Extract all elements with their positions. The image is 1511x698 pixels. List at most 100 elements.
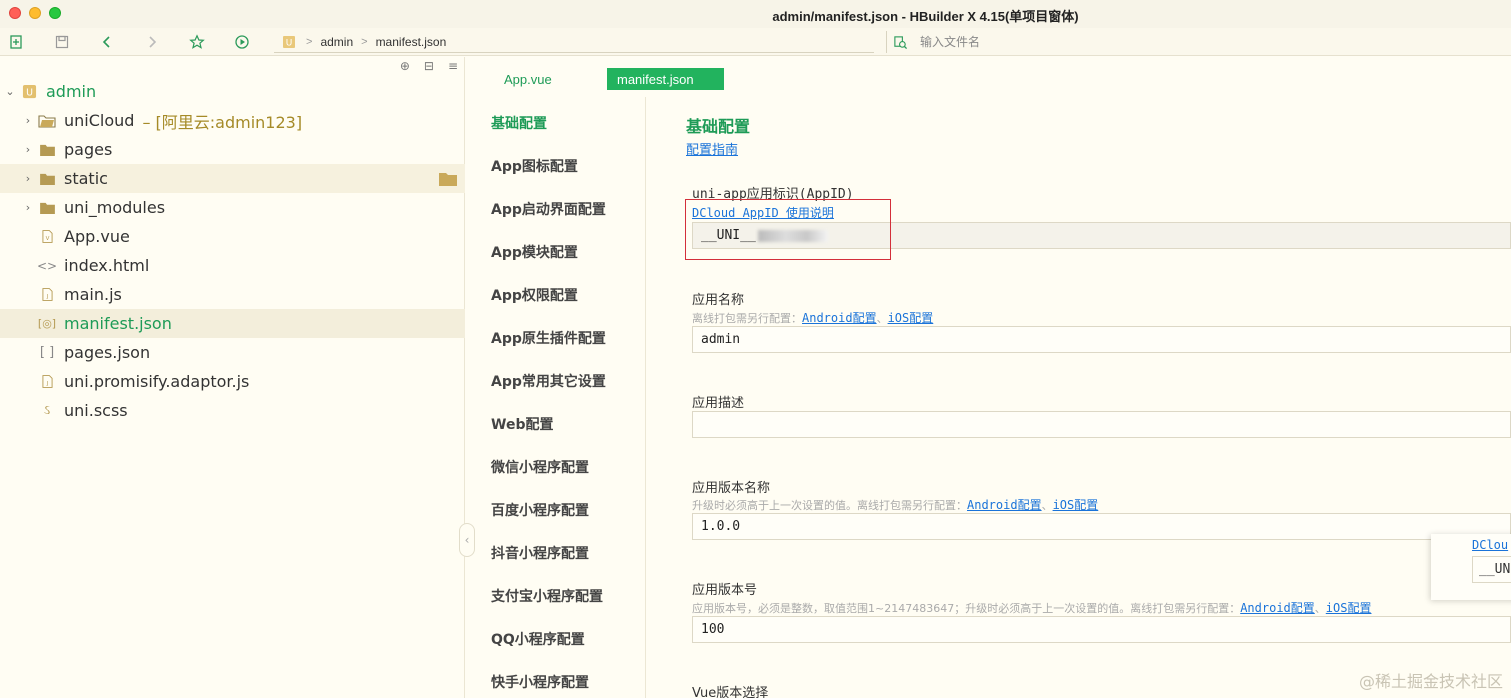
menu-icon[interactable]: ≡ (448, 59, 458, 73)
chevron-right-icon[interactable]: › (22, 114, 34, 127)
app-name-input[interactable]: admin (692, 326, 1511, 353)
ios-config-link[interactable]: iOS配置 (1053, 498, 1099, 512)
breadcrumb-project[interactable]: admin (320, 35, 353, 49)
breadcrumb-separator-icon: > (306, 35, 313, 48)
forward-arrow-icon[interactable] (142, 32, 162, 52)
config-nav-item-basic[interactable]: 基础配置 (491, 113, 547, 133)
app-desc-input[interactable] (692, 411, 1511, 438)
breadcrumb: U > admin > manifest.json (274, 31, 874, 53)
config-content: 基础配置 配置指南 uni-app应用标识(AppID) DCloud AppI… (685, 97, 1511, 698)
android-config-link[interactable]: Android配置 (1240, 601, 1315, 615)
tree-item-unicloud[interactable]: › uniCloud – [阿里云:admin123] (0, 106, 465, 135)
chevron-right-icon[interactable]: › (22, 143, 34, 156)
config-nav-item-kuaishou[interactable]: 快手小程序配置 (491, 672, 589, 692)
open-folder-icon[interactable] (439, 171, 457, 186)
breadcrumb-file[interactable]: manifest.json (376, 35, 447, 49)
project-icon: U (20, 84, 38, 100)
floating-preview: DClou __UN (1431, 534, 1511, 600)
config-nav-item-native-plugins[interactable]: App原生插件配置 (491, 328, 606, 348)
save-icon[interactable] (52, 32, 72, 52)
tree-item-uni-modules[interactable]: › uni_modules (0, 193, 465, 222)
appid-help-link[interactable]: DCloud AppID 使用说明 (692, 204, 834, 221)
version-name-input[interactable]: 1.0.0 (692, 513, 1511, 540)
app-name-hint: 离线打包需另行配置：Android配置、iOS配置 (692, 309, 933, 326)
config-nav-item-baidu[interactable]: 百度小程序配置 (491, 500, 589, 520)
folder-icon (38, 200, 56, 216)
tree-item-manifest-json[interactable]: [◎] manifest.json (0, 309, 465, 338)
tree-item-label: static (64, 169, 108, 188)
config-nav-item-web[interactable]: Web配置 (491, 414, 553, 434)
search-input[interactable] (920, 35, 1320, 49)
hint-text: 应用版本号，必须是整数，取值范围1~2147483647；升级时必须高于上一次设… (692, 602, 1241, 615)
version-name-label: 应用版本名称 (692, 481, 771, 496)
config-guide-link[interactable]: 配置指南 (686, 139, 738, 158)
config-nav-item-weixin[interactable]: 微信小程序配置 (491, 457, 589, 477)
scss-file-icon: ઽ (43, 403, 51, 418)
locate-icon[interactable]: ⊕ (400, 59, 410, 73)
tree-item-label: pages.json (64, 343, 151, 362)
config-nav-item-modules[interactable]: App模块配置 (491, 242, 578, 262)
tree-item-static[interactable]: › static (0, 164, 465, 193)
tab-app-vue[interactable]: App.vue (494, 68, 562, 90)
window-title: admin/manifest.json - HBuilder X 4.15(单项… (772, 9, 1079, 24)
config-nav-item-splash[interactable]: App启动界面配置 (491, 199, 606, 219)
chevron-right-icon[interactable]: › (22, 172, 34, 185)
tree-item-main-js[interactable]: J main.js (0, 280, 465, 309)
breadcrumb-separator-icon: > (361, 35, 368, 48)
svg-text:J: J (45, 294, 48, 300)
tree-item-label: uni_modules (64, 198, 166, 217)
collapse-sidebar-handle[interactable]: ‹ (459, 523, 475, 557)
js-file-icon: J (38, 287, 56, 303)
ios-config-link[interactable]: iOS配置 (1326, 601, 1372, 615)
config-nav-item-permissions[interactable]: App权限配置 (491, 285, 578, 305)
new-file-icon[interactable] (6, 32, 26, 52)
popover-input[interactable]: __UN (1472, 556, 1511, 583)
hint-text: 升级时必须高于上一次设置的值。离线打包需另行配置： (692, 499, 967, 512)
watermark: @稀土掘金技术社区 (1358, 672, 1503, 691)
favorite-star-icon[interactable] (187, 32, 207, 52)
cloud-provider-label: – [阿里云:admin123] (142, 112, 303, 132)
version-code-input[interactable]: 100 (692, 616, 1511, 643)
project-icon: U (282, 35, 296, 49)
tree-root[interactable]: ⌄ U admin (0, 77, 465, 106)
chevron-right-icon[interactable]: › (22, 201, 34, 214)
tree-item-label: manifest.json (64, 314, 172, 333)
back-arrow-icon[interactable] (97, 32, 117, 52)
tree-item-label: pages (64, 140, 113, 159)
tree-item-label: uni.promisify.adaptor.js (64, 372, 250, 391)
android-config-link[interactable]: Android配置 (967, 498, 1042, 512)
config-nav-item-app-icon[interactable]: App图标配置 (491, 156, 578, 176)
tab-manifest-json[interactable]: manifest.json (607, 68, 724, 90)
tree-item-pages-json[interactable]: [ ] pages.json (0, 338, 465, 367)
popover-help-link[interactable]: DClou (1472, 538, 1508, 552)
tree-item-uni-scss[interactable]: ઽ uni.scss (0, 396, 465, 425)
toolbar: U > admin > manifest.json (0, 28, 1511, 56)
editor-tabs: App.vue manifest.json (466, 57, 1511, 97)
run-icon[interactable] (232, 32, 252, 52)
appid-field[interactable]: __UNI__ (692, 222, 1511, 249)
hint-text: 离线打包需另行配置： (692, 312, 802, 325)
config-nav: 基础配置 App图标配置 App启动界面配置 App模块配置 App权限配置 A… (466, 97, 646, 698)
app-name-label: 应用名称 (692, 293, 745, 308)
js-file-icon: J (38, 374, 56, 390)
folder-icon (38, 142, 56, 158)
tree-item-promisify-js[interactable]: J uni.promisify.adaptor.js (0, 367, 465, 396)
version-code-hint: 应用版本号，必须是整数，取值范围1~2147483647；升级时必须高于上一次设… (692, 599, 1371, 616)
search-icon (893, 35, 908, 50)
section-title: 基础配置 (686, 117, 751, 136)
ios-config-link[interactable]: iOS配置 (888, 311, 934, 325)
tree-item-index-html[interactable]: <> index.html (0, 251, 465, 280)
svg-text:U: U (26, 87, 33, 98)
config-nav-item-alipay[interactable]: 支付宝小程序配置 (491, 586, 603, 606)
tree-item-pages[interactable]: › pages (0, 135, 465, 164)
project-explorer: ⊕ ⊟ ≡ ⌄ U admin › uniCloud – [阿里云:admin1… (0, 57, 465, 698)
config-nav-item-qq[interactable]: QQ小程序配置 (491, 629, 585, 649)
collapse-all-icon[interactable]: ⊟ (424, 59, 434, 73)
chevron-down-icon[interactable]: ⌄ (4, 85, 16, 98)
config-nav-item-douyin[interactable]: 抖音小程序配置 (491, 543, 589, 563)
title-bar: admin/manifest.json - HBuilder X 4.15(单项… (0, 0, 1511, 28)
tree-item-app-vue[interactable]: V App.vue (0, 222, 465, 251)
android-config-link[interactable]: Android配置 (802, 311, 877, 325)
vue-file-icon: V (38, 229, 56, 245)
config-nav-item-other[interactable]: App常用其它设置 (491, 371, 606, 391)
